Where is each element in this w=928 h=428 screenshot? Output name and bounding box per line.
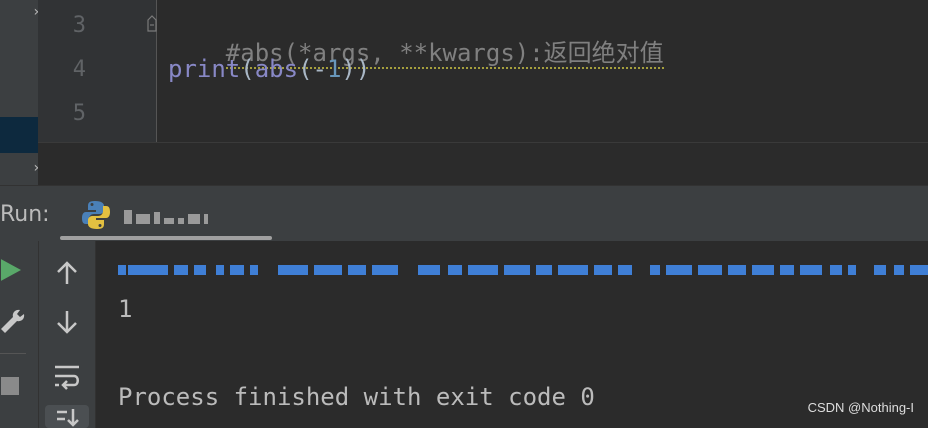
stop-icon — [1, 377, 19, 395]
line-number: 5 — [72, 101, 86, 126]
soft-wrap-button[interactable] — [51, 361, 83, 391]
project-selection-highlight — [0, 117, 38, 153]
code-operator: - — [312, 55, 327, 83]
code-paren: ( — [240, 55, 255, 83]
code-line-4[interactable]: print(abs(-1)) — [168, 55, 370, 83]
project-tool-stripe: › › — [0, 0, 40, 185]
run-tool-window-header: Run: — [0, 185, 928, 242]
run-label: Run: — [0, 202, 50, 227]
rerun-button[interactable] — [0, 257, 24, 283]
scroll-to-end-icon — [57, 408, 79, 427]
wrench-icon — [1, 309, 25, 333]
run-console[interactable]: 1 Process finished with exit code 0 — [96, 241, 928, 428]
active-tab-indicator — [60, 236, 272, 240]
modify-configuration-button[interactable] — [0, 307, 26, 337]
code-paren: ( — [298, 55, 313, 83]
previous-occurrence-button[interactable] — [53, 259, 81, 287]
stop-button[interactable] — [0, 375, 20, 397]
code-editor[interactable]: › › 3 4 5 #abs(*args, **kwargs):返回绝对值 pr… — [0, 0, 928, 186]
code-paren: )) — [341, 55, 371, 83]
play-icon — [1, 259, 21, 281]
code-builtin: print — [168, 55, 241, 83]
code-builtin: abs — [254, 55, 299, 83]
tab-name-redacted — [124, 210, 208, 224]
editor-empty-area[interactable] — [38, 142, 928, 186]
process-status: Process finished with exit code 0 — [118, 383, 595, 411]
line-number: 3 — [72, 13, 86, 38]
code-number: 1 — [326, 55, 342, 83]
arrow-down-icon — [57, 311, 77, 334]
scroll-to-end-button[interactable] — [45, 405, 89, 428]
soft-wrap-icon — [55, 365, 79, 390]
watermark: CSDN @Nothing-I — [807, 400, 914, 415]
arrow-up-icon — [57, 261, 77, 284]
run-actions-toolbar — [0, 241, 39, 428]
next-occurrence-button[interactable] — [53, 308, 81, 336]
run-tab[interactable] — [60, 192, 272, 240]
python-icon — [82, 201, 110, 229]
fold-marker-icon[interactable] — [147, 14, 157, 32]
interpreter-path-redacted — [118, 261, 928, 279]
console-actions-toolbar — [39, 241, 96, 428]
line-number: 4 — [72, 57, 86, 82]
toolbar-divider — [0, 353, 26, 354]
console-output: 1 — [118, 295, 133, 323]
